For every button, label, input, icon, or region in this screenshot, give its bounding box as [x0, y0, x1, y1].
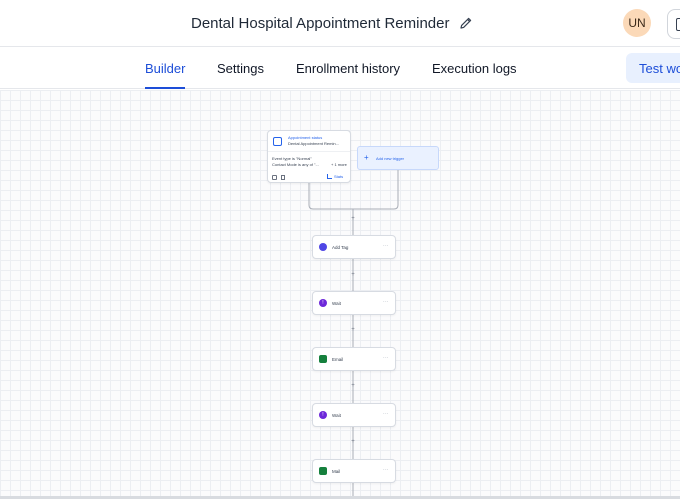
stats-link[interactable]: Stats: [327, 174, 343, 179]
workflow-node-wait[interactable]: ! Wait ···: [312, 291, 396, 315]
copy-icon[interactable]: [272, 175, 277, 180]
trash-icon[interactable]: [281, 175, 285, 180]
workflow-node-email[interactable]: Email ···: [312, 347, 396, 371]
tab-builder[interactable]: Builder: [145, 47, 186, 89]
node-label: Mail: [332, 468, 341, 474]
avatar[interactable]: UN: [623, 9, 651, 37]
more-options-icon[interactable]: ···: [383, 411, 389, 417]
node-label: Wait: [332, 412, 341, 418]
tab-enrollment-history[interactable]: Enrollment history: [296, 47, 400, 89]
trigger-more-conditions[interactable]: + 1 more: [331, 162, 347, 167]
clock-icon: !: [319, 411, 327, 419]
plus-icon: +: [364, 153, 369, 162]
node-label: Email: [332, 356, 344, 362]
email-icon: [319, 355, 327, 363]
tab-settings[interactable]: Settings: [217, 47, 264, 89]
calendar-icon: [273, 137, 282, 146]
more-options-icon[interactable]: ···: [383, 467, 389, 473]
trigger-card[interactable]: Appointment status Dental Appointment Re…: [267, 130, 351, 183]
mail-icon: [319, 467, 327, 475]
test-workflow-button[interactable]: Test wo: [626, 53, 680, 83]
more-options-icon[interactable]: ···: [383, 299, 389, 305]
stats-label: Stats: [334, 174, 344, 179]
node-label: Wait: [332, 300, 341, 306]
add-step-plus[interactable]: +: [350, 272, 356, 278]
chart-icon: [327, 174, 332, 179]
workflow-canvas[interactable]: Appointment status Dental Appointment Re…: [0, 90, 680, 496]
workflow-node-mail[interactable]: Mail ···: [312, 459, 396, 483]
clock-icon: !: [319, 299, 327, 307]
tab-execution-logs[interactable]: Execution logs: [432, 47, 517, 89]
top-header: Dental Hospital Appointment Reminder UN: [0, 0, 680, 46]
workflow-node-wait[interactable]: ! Wait ···: [312, 403, 396, 427]
more-options-icon[interactable]: ···: [383, 243, 389, 249]
trigger-divider: [268, 151, 350, 152]
title-wrap: Dental Hospital Appointment Reminder: [191, 12, 473, 34]
panel-icon: [676, 18, 680, 31]
workflow-title: Dental Hospital Appointment Reminder: [191, 14, 450, 32]
trigger-condition: Contact Mode is any of "...: [272, 162, 319, 167]
panel-toggle-button[interactable]: [667, 9, 680, 39]
add-step-plus[interactable]: +: [350, 216, 356, 222]
add-step-plus[interactable]: +: [350, 439, 356, 445]
tabs-bar: Builder Settings Enrollment history Exec…: [0, 46, 680, 89]
trigger-subtitle: Dental Appointment Remin...: [288, 141, 339, 146]
add-step-plus[interactable]: +: [350, 383, 356, 389]
trigger-title: Appointment status: [288, 135, 323, 140]
trigger-condition: Event type is "Normal": [272, 156, 312, 161]
pencil-icon[interactable]: [459, 16, 473, 30]
node-label: Add Tag: [332, 244, 349, 250]
add-step-plus[interactable]: +: [350, 327, 356, 333]
tag-icon: [319, 243, 327, 251]
add-new-trigger-button[interactable]: + Add new trigger: [357, 146, 439, 170]
workflow-node-add-tag[interactable]: Add Tag ···: [312, 235, 396, 259]
more-options-icon[interactable]: ···: [383, 355, 389, 361]
add-trigger-label: Add new trigger: [376, 156, 405, 161]
